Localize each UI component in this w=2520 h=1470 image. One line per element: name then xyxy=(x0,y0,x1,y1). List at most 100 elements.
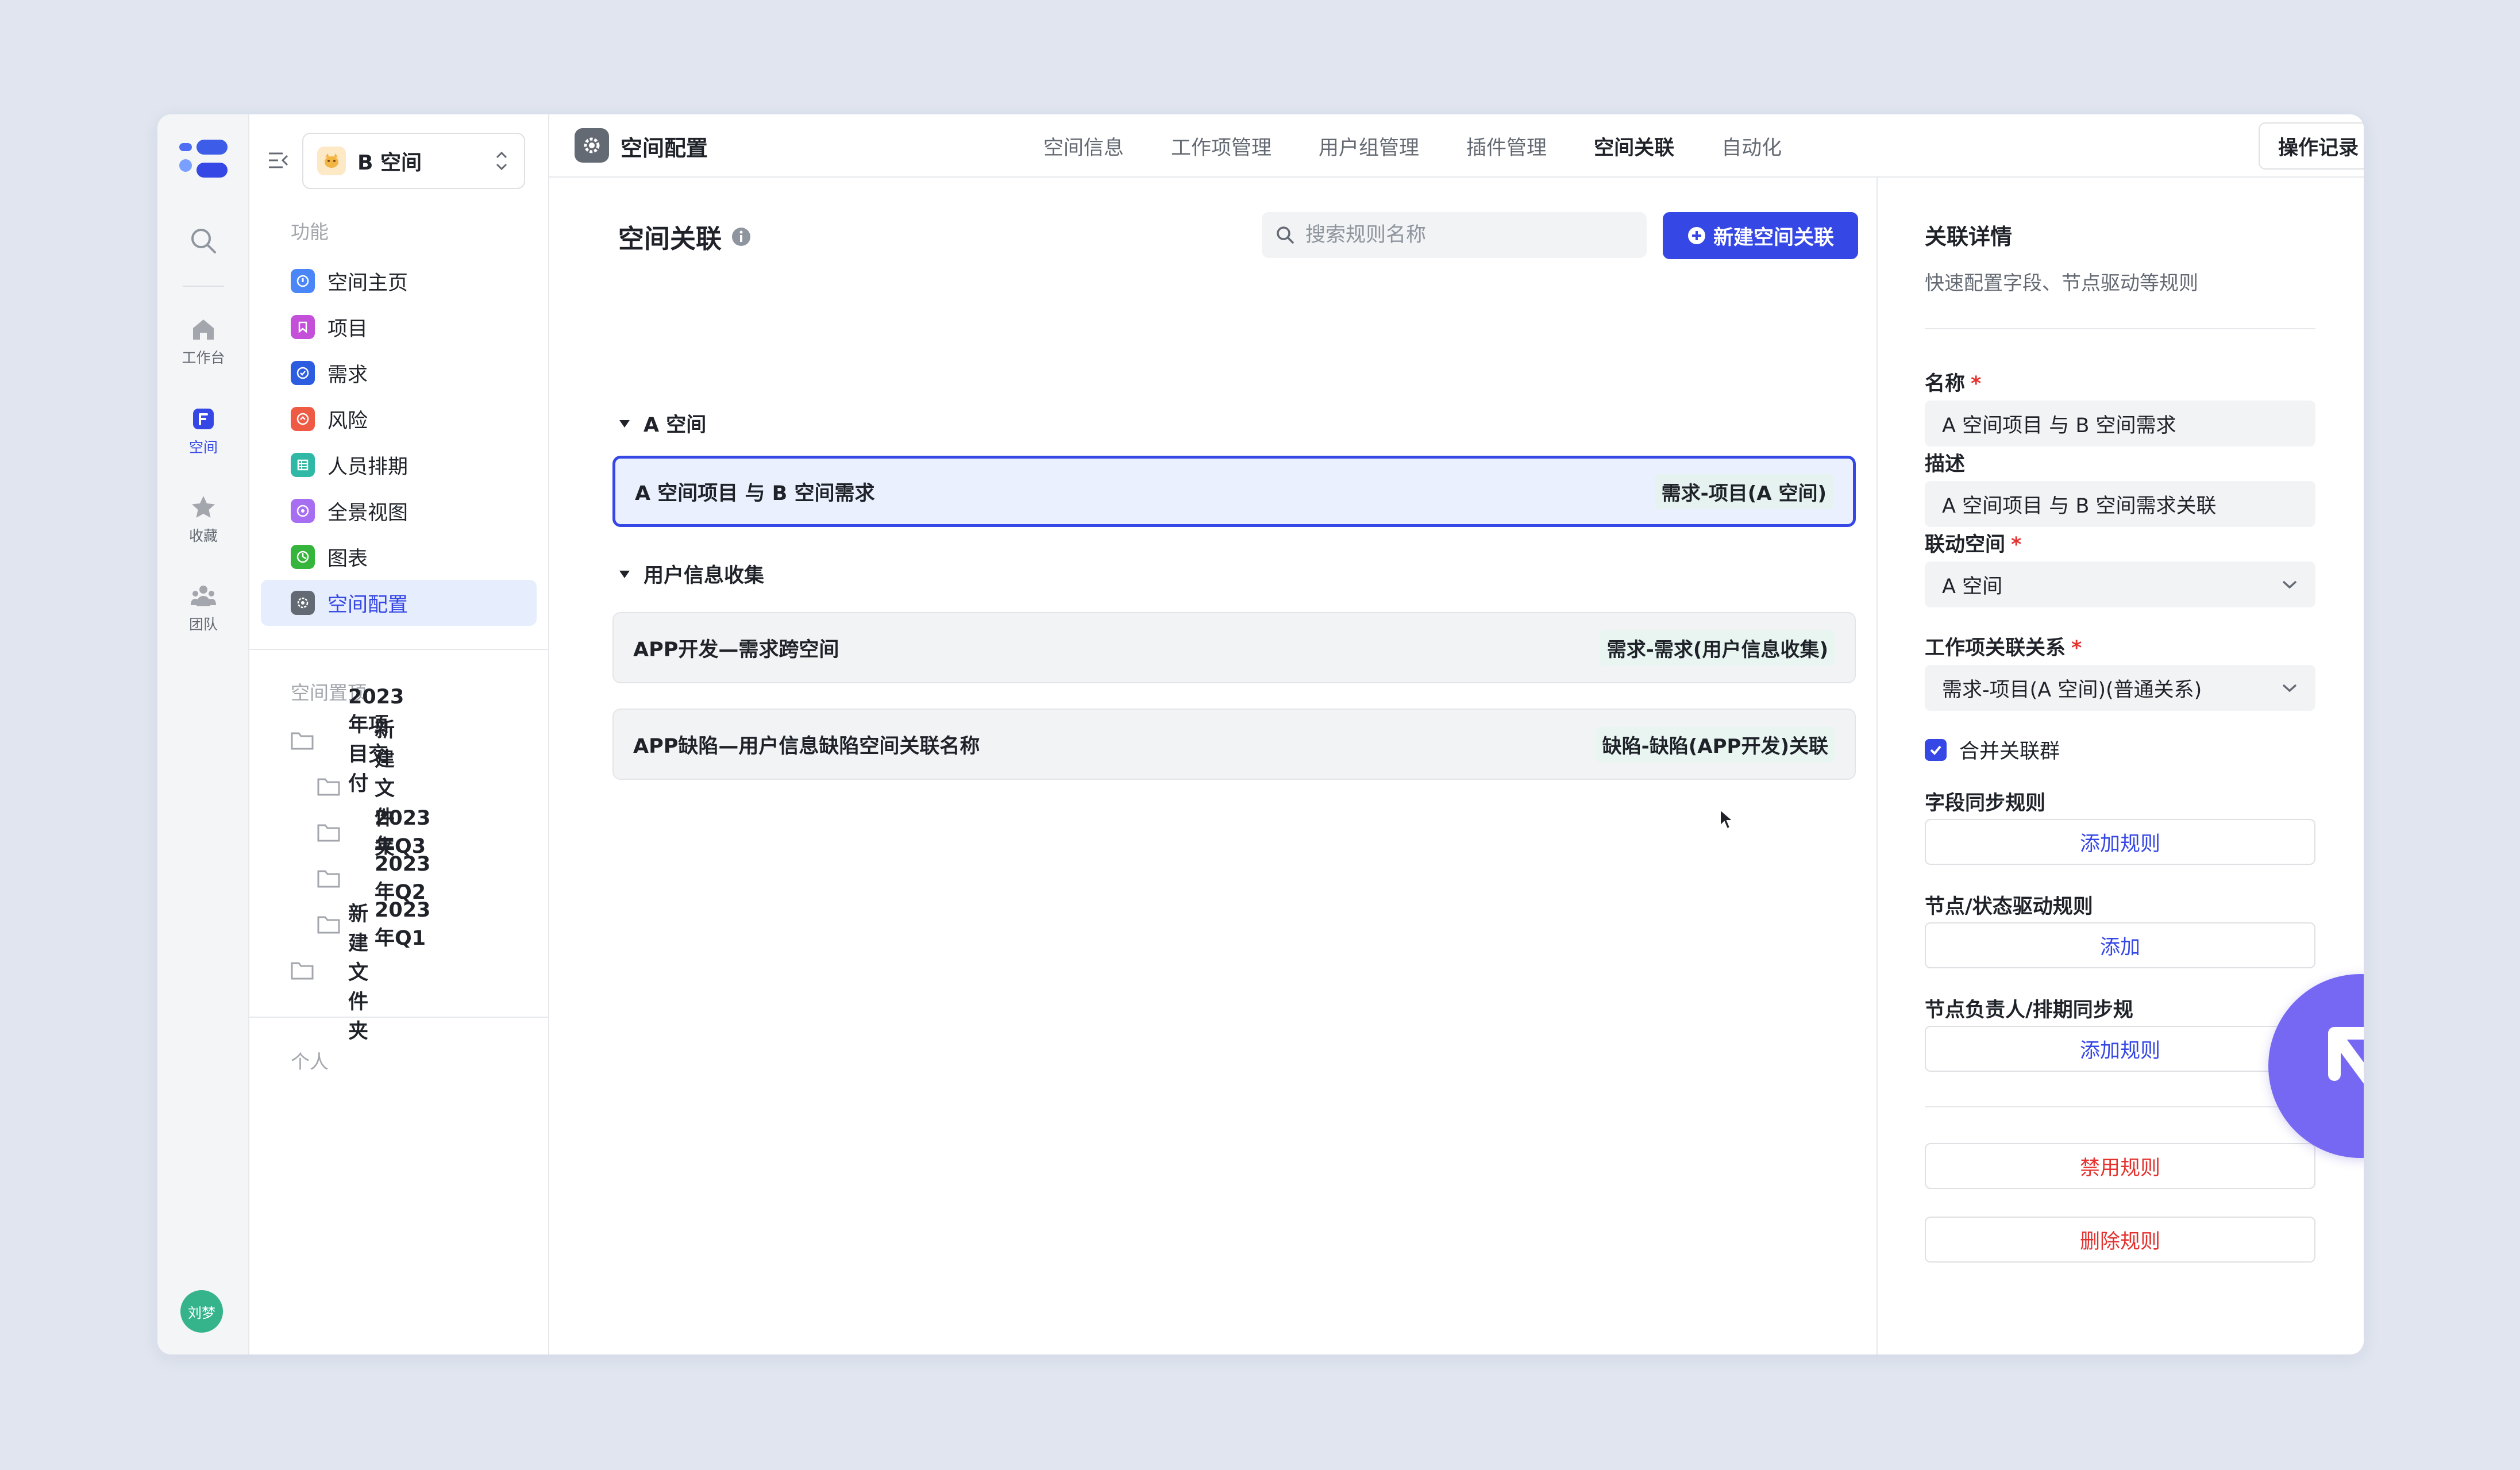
sidebar-item-space-settings[interactable]: 空间配置 xyxy=(261,580,537,626)
description-field[interactable]: A 空间项目 与 B 空间需求关联 xyxy=(1925,481,2315,527)
sidebar-item-label: 风险 xyxy=(327,409,368,433)
sidebar-item-label: 空间配置 xyxy=(327,593,409,617)
rule-tag: 缺陷-缺陷(APP开发)关联 xyxy=(1595,726,1835,762)
search-box[interactable] xyxy=(1262,212,1647,258)
name-label-text: 名称 xyxy=(1925,372,1966,395)
linked-space-label: 联动空间 * xyxy=(1925,528,2021,557)
rail-label: 团队 xyxy=(188,616,218,633)
sidebar-item-label: 人员排期 xyxy=(327,455,409,479)
new-space-link-label: 新建空间关联 xyxy=(1713,226,1834,249)
page-title: 空间配置 xyxy=(621,136,708,161)
rule-card[interactable]: APP开发—需求跨空间 需求-需求(用户信息收集) xyxy=(612,612,1856,683)
add-field-sync-rule-button[interactable]: 添加规则 xyxy=(1925,819,2315,865)
folder-item[interactable]: 新建文件夹 xyxy=(291,903,368,1043)
team-icon xyxy=(191,586,216,606)
section-title-functions: 功能 xyxy=(291,221,329,243)
home-icon xyxy=(193,320,214,340)
info-icon[interactable] xyxy=(731,226,752,247)
linked-space-select[interactable]: A 空间 xyxy=(1925,561,2315,607)
space-icon xyxy=(193,409,214,429)
tab-automation[interactable]: 自动化 xyxy=(1721,132,1782,161)
rail-label: 收藏 xyxy=(188,528,218,544)
link-detail-panel: 关联详情 快速配置字段、节点驱动等规则 名称 * A 空间项目 与 B 空间需求 … xyxy=(1879,178,2364,1354)
rule-tag: 需求-项目(A 空间) xyxy=(1654,474,1833,509)
rail-item-workbench[interactable]: 工作台 xyxy=(157,315,249,367)
sidebar-item-space-home[interactable]: 空间主页 xyxy=(261,258,537,304)
rule-card[interactable]: A 空间项目 与 B 空间需求 需求-项目(A 空间) xyxy=(612,456,1856,527)
chevron-down-icon xyxy=(2282,684,2297,692)
folder-item[interactable]: 2023 年Q1 xyxy=(317,899,430,950)
sidebar-item-risk[interactable]: 风险 xyxy=(261,396,537,442)
avatar[interactable]: 刘梦 xyxy=(180,1290,223,1333)
chart-icon xyxy=(291,545,315,569)
folder-item[interactable]: 2023 年项目交付 xyxy=(291,686,404,795)
panorama-icon xyxy=(291,499,315,523)
mouse-cursor-icon xyxy=(1720,809,1734,830)
new-space-link-button[interactable]: 新建空间关联 xyxy=(1663,212,1858,259)
rail-item-team[interactable]: 团队 xyxy=(157,582,249,634)
folder-item[interactable]: 2023 年Q3 xyxy=(317,807,430,858)
required-mark: * xyxy=(2071,637,2082,660)
folder-icon xyxy=(317,870,340,888)
name-field-label: 名称 * xyxy=(1925,367,1981,397)
tab-user-groups[interactable]: 用户组管理 xyxy=(1319,132,1419,161)
tab-space-info[interactable]: 空间信息 xyxy=(1043,132,1124,161)
tab-work-items[interactable]: 工作项管理 xyxy=(1171,132,1271,161)
panel-title: 关联详情 xyxy=(1925,224,2013,249)
search-icon[interactable] xyxy=(188,226,218,256)
app-logo-icon[interactable] xyxy=(179,140,228,180)
relation-label-text: 工作项关联关系 xyxy=(1925,637,2066,660)
disable-rule-button[interactable]: 禁用规则 xyxy=(1925,1143,2315,1189)
add-node-drive-rule-button[interactable]: 添加 xyxy=(1925,922,2315,968)
folder-label: 2023 年Q2 xyxy=(375,852,431,904)
section-title-personal: 个人 xyxy=(291,1050,329,1073)
merge-group-checkbox-row[interactable]: 合并关联群 xyxy=(1925,735,2060,764)
folder-item[interactable]: 新建文件夹 xyxy=(317,719,395,859)
rule-name: A 空间项目 与 B 空间需求 xyxy=(635,482,875,505)
schedule-icon xyxy=(291,453,315,477)
settings-icon xyxy=(291,591,315,615)
sidebar-item-schedule[interactable]: 人员排期 xyxy=(261,442,537,488)
main-content: 空间关联 新建空间关联 A 空间 A 空间项 xyxy=(549,178,1878,1354)
group-header-user-info[interactable]: 用户信息收集 xyxy=(618,559,764,588)
rule-card[interactable]: APP缺陷—用户信息缺陷空间关联名称 缺陷-缺陷(APP开发)关联 xyxy=(612,709,1856,780)
delete-rule-button[interactable]: 删除规则 xyxy=(1925,1217,2315,1263)
space-avatar-icon xyxy=(317,147,346,175)
sidebar-item-project[interactable]: 项目 xyxy=(261,304,537,350)
rail-item-favorites[interactable]: 收藏 xyxy=(157,494,249,545)
group-header-a-space[interactable]: A 空间 xyxy=(618,409,706,438)
merge-group-label: 合并关联群 xyxy=(1959,740,2060,763)
panel-divider xyxy=(1925,1106,2315,1107)
name-field[interactable]: A 空间项目 与 B 空间需求 xyxy=(1925,401,2315,447)
panel-subtitle: 快速配置字段、节点驱动等规则 xyxy=(1925,272,2198,295)
tab-bar: 空间信息 工作项管理 用户组管理 插件管理 空间关联 自动化 xyxy=(1043,114,1829,178)
rail-item-space[interactable]: 空间 xyxy=(157,405,249,457)
chevron-updown-icon xyxy=(496,151,507,171)
search-icon xyxy=(1277,226,1294,244)
sidebar-item-panorama[interactable]: 全景视图 xyxy=(261,488,537,534)
operation-log-button[interactable]: 操作记录 xyxy=(2259,122,2364,170)
linked-space-value: A 空间 xyxy=(1942,575,2003,598)
rule-tag: 需求-需求(用户信息收集) xyxy=(1600,630,1835,665)
sidebar-item-requirement[interactable]: 需求 xyxy=(261,350,537,396)
add-owner-sync-rule-button[interactable]: 添加规则 xyxy=(1925,1026,2315,1072)
node-drive-label: 节点/状态驱动规则 xyxy=(1925,895,2093,918)
folder-item[interactable]: 2023 年Q2 xyxy=(317,853,430,904)
sidebar-item-label: 图表 xyxy=(327,547,368,571)
space-switcher[interactable]: B 空间 xyxy=(302,133,525,189)
folder-label: 2023 年Q3 xyxy=(375,806,431,858)
sidebar-divider xyxy=(249,649,548,650)
collapse-sidebar-icon[interactable] xyxy=(267,149,290,172)
merge-group-checkbox[interactable] xyxy=(1925,738,1947,761)
space-sidebar: B 空间 功能 空间主页 项目 需求 风险 人员排期 全景视图 图表 空间配置 … xyxy=(249,114,549,1354)
caret-down-icon xyxy=(619,570,630,578)
search-input[interactable] xyxy=(1305,224,1647,247)
star-icon xyxy=(192,496,215,518)
relation-value: 需求-项目(A 空间)(普通关系) xyxy=(1942,678,2202,702)
sidebar-item-chart[interactable]: 图表 xyxy=(261,534,537,580)
rail-label: 空间 xyxy=(188,439,218,456)
tab-plugins[interactable]: 插件管理 xyxy=(1466,132,1547,161)
tab-space-links[interactable]: 空间关联 xyxy=(1594,132,1674,161)
relation-select[interactable]: 需求-项目(A 空间)(普通关系) xyxy=(1925,665,2315,711)
global-rail: 工作台 空间 收藏 团队 刘梦 xyxy=(157,114,249,1354)
